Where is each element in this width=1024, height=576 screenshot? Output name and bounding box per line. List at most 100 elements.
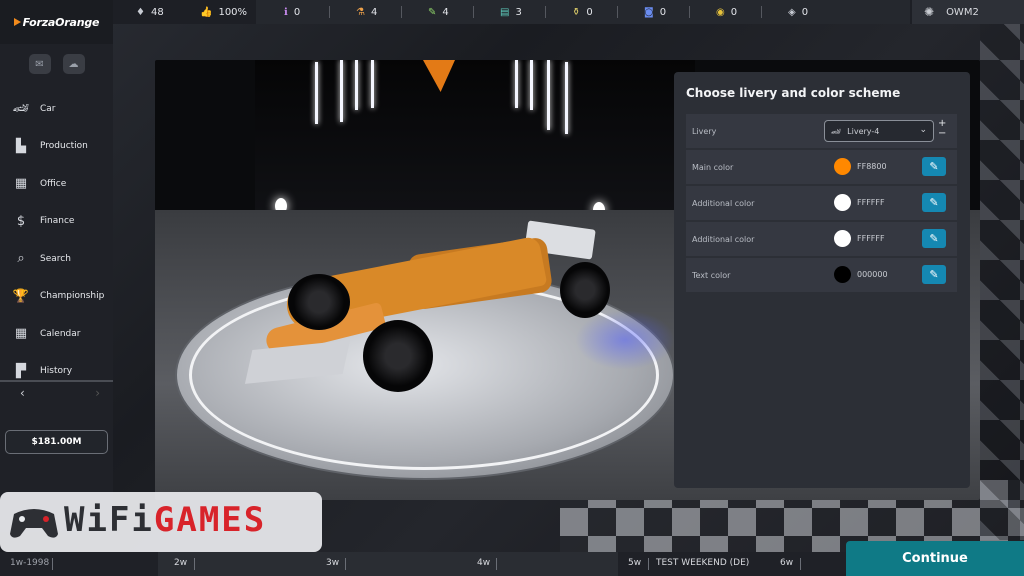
timeline-tick xyxy=(52,558,53,570)
stat-value: 4 xyxy=(442,6,449,18)
sidebar-item-championship[interactable]: 🏆 Championship xyxy=(0,278,113,316)
timeline-event[interactable]: TEST WEEKEND (DE) xyxy=(656,558,749,568)
sidebar-item-label: Production xyxy=(40,141,88,152)
sidebar-item-calendar[interactable]: ▦ Calendar xyxy=(0,315,113,353)
divider xyxy=(401,6,402,18)
stat-value: 4 xyxy=(370,6,378,18)
stat-value: 100% xyxy=(218,6,248,18)
stat-engineers[interactable]: ⚗ 4 xyxy=(356,0,377,24)
car-icon: 🏎 xyxy=(12,101,30,117)
edit-color-button[interactable]: ✎ xyxy=(922,229,946,248)
color-label: Text color xyxy=(692,270,731,280)
sidebar-item-office[interactable]: ▦ Office xyxy=(0,165,113,203)
mail-button[interactable]: ✉ xyxy=(28,54,51,74)
color-label: Additional color xyxy=(692,234,755,244)
sidebar-item-history[interactable]: ▛ History xyxy=(0,353,113,391)
edit-color-button[interactable]: ✎ xyxy=(922,265,946,284)
color-swatch[interactable] xyxy=(834,194,851,211)
timeline-tick xyxy=(496,558,497,570)
remove-livery-button[interactable]: − xyxy=(938,129,946,139)
color-hex: 000000 xyxy=(857,270,888,279)
prev-arrow-icon[interactable]: ‹ xyxy=(20,386,25,400)
timeline-week[interactable]: 2w xyxy=(174,558,187,568)
factory-icon: ▙ xyxy=(16,138,26,154)
watermark-logo: WiFiGAMES xyxy=(0,492,322,552)
continue-button[interactable]: Continue xyxy=(846,541,1024,576)
stat-value: 0 xyxy=(586,6,593,18)
blue-glow xyxy=(575,310,675,370)
sidebar-item-search[interactable]: ⌕ Search xyxy=(0,240,113,278)
sidebar-divider xyxy=(0,380,113,382)
sidebar-item-label: Calendar xyxy=(40,328,81,339)
timeline-week[interactable]: 5w xyxy=(628,558,641,568)
divider xyxy=(329,6,330,18)
stat-coins[interactable]: ◉ 0 xyxy=(716,0,737,24)
timeline-week[interactable]: 6w xyxy=(780,558,793,568)
balance-display[interactable]: $181.00M xyxy=(5,430,108,454)
stat-managers[interactable]: ▤ 3 xyxy=(500,0,522,24)
color-row-additional-1: Additional color FFFFFF ✎ xyxy=(686,186,957,220)
book-icon: ▛ xyxy=(16,363,26,379)
stat-scientists[interactable]: ⚱ 0 xyxy=(572,0,593,24)
light-strip xyxy=(355,60,358,110)
pencil-icon: ✎ xyxy=(929,160,939,173)
gamepad-icon xyxy=(10,509,58,538)
livery-stepper: + − xyxy=(938,119,946,139)
sidebar: ✉ ☁ 🏎 Car ▙ Production ▦ Office $ Finance ⌕ S… xyxy=(0,44,113,532)
color-swatch[interactable] xyxy=(834,230,851,247)
car-icon: 🏎 xyxy=(831,126,842,136)
stat-info[interactable]: ℹ 0 xyxy=(284,0,300,24)
stat-parts[interactable]: ◈ 0 xyxy=(788,0,808,24)
brand-name: ForzaOrange xyxy=(22,15,100,29)
sidebar-item-production[interactable]: ▙ Production xyxy=(0,128,113,166)
user-profile[interactable]: ✺ OWM2 xyxy=(912,0,1024,24)
color-hex: FFFFFF xyxy=(857,234,885,243)
sidebar-item-label: Finance xyxy=(40,216,75,227)
light-strip xyxy=(547,60,550,130)
stat-games[interactable]: ◙ 0 xyxy=(644,0,666,24)
stat-drops[interactable]: ♦ 48 xyxy=(136,0,164,24)
color-row-text: Text color 000000 ✎ xyxy=(686,258,957,292)
avatar-icon: ✺ xyxy=(924,5,935,19)
timeline-week[interactable]: 4w xyxy=(477,558,490,568)
checker-wall xyxy=(980,20,1024,540)
stat-value: 0 xyxy=(801,6,809,18)
sidebar-item-car[interactable]: 🏎 Car xyxy=(0,90,113,128)
wheel xyxy=(288,274,350,330)
case-icon: ▤ xyxy=(500,6,510,18)
color-swatch[interactable] xyxy=(834,158,851,175)
chat-button[interactable]: ☁ xyxy=(62,54,85,74)
pencil-icon: ✎ xyxy=(929,196,939,209)
sidebar-nav: 🏎 Car ▙ Production ▦ Office $ Finance ⌕ Searc… xyxy=(0,90,113,390)
color-hex: FFFFFF xyxy=(857,198,885,207)
brand-logo[interactable]: ForzaOrange xyxy=(0,0,113,44)
stat-value: 0 xyxy=(293,6,301,18)
stat-value: 0 xyxy=(730,6,738,18)
dollar-icon: $ xyxy=(16,213,26,229)
timeline-tick xyxy=(194,558,195,570)
edit-color-button[interactable]: ✎ xyxy=(922,157,946,176)
engineer-icon: ⚗ xyxy=(356,6,365,18)
wheel xyxy=(363,320,433,392)
livery-value: Livery-4 xyxy=(847,126,880,136)
timeline-week[interactable]: 1w-1998 xyxy=(10,558,49,568)
livery-select[interactable]: 🏎 Livery-4 ⌄ xyxy=(824,120,934,142)
sidebar-item-finance[interactable]: $ Finance xyxy=(0,203,113,241)
next-arrow-icon[interactable]: › xyxy=(95,386,100,400)
edit-color-button[interactable]: ✎ xyxy=(922,193,946,212)
divider xyxy=(617,6,618,18)
color-label: Main color xyxy=(692,162,734,172)
top-bar: ♦ 48 👍 100% ℹ 0 ⚗ 4 ✎ 4 ▤ 3 ⚱ 0 ◙ 0 ◉ 0 … xyxy=(0,0,1024,24)
timeline-week[interactable]: 3w xyxy=(326,558,339,568)
coin-icon: ◉ xyxy=(716,6,725,18)
gamepad-icon: ◙ xyxy=(644,6,654,18)
stat-approval[interactable]: 👍 100% xyxy=(200,0,247,24)
color-swatch[interactable] xyxy=(834,266,851,283)
stat-mechanics[interactable]: ✎ 4 xyxy=(428,0,449,24)
pencil-icon: ✎ xyxy=(929,232,939,245)
wrench-icon: ✎ xyxy=(428,6,437,18)
divider xyxy=(545,6,546,18)
wheel xyxy=(560,262,610,318)
light-strip xyxy=(530,60,533,110)
light-strip xyxy=(315,62,318,124)
